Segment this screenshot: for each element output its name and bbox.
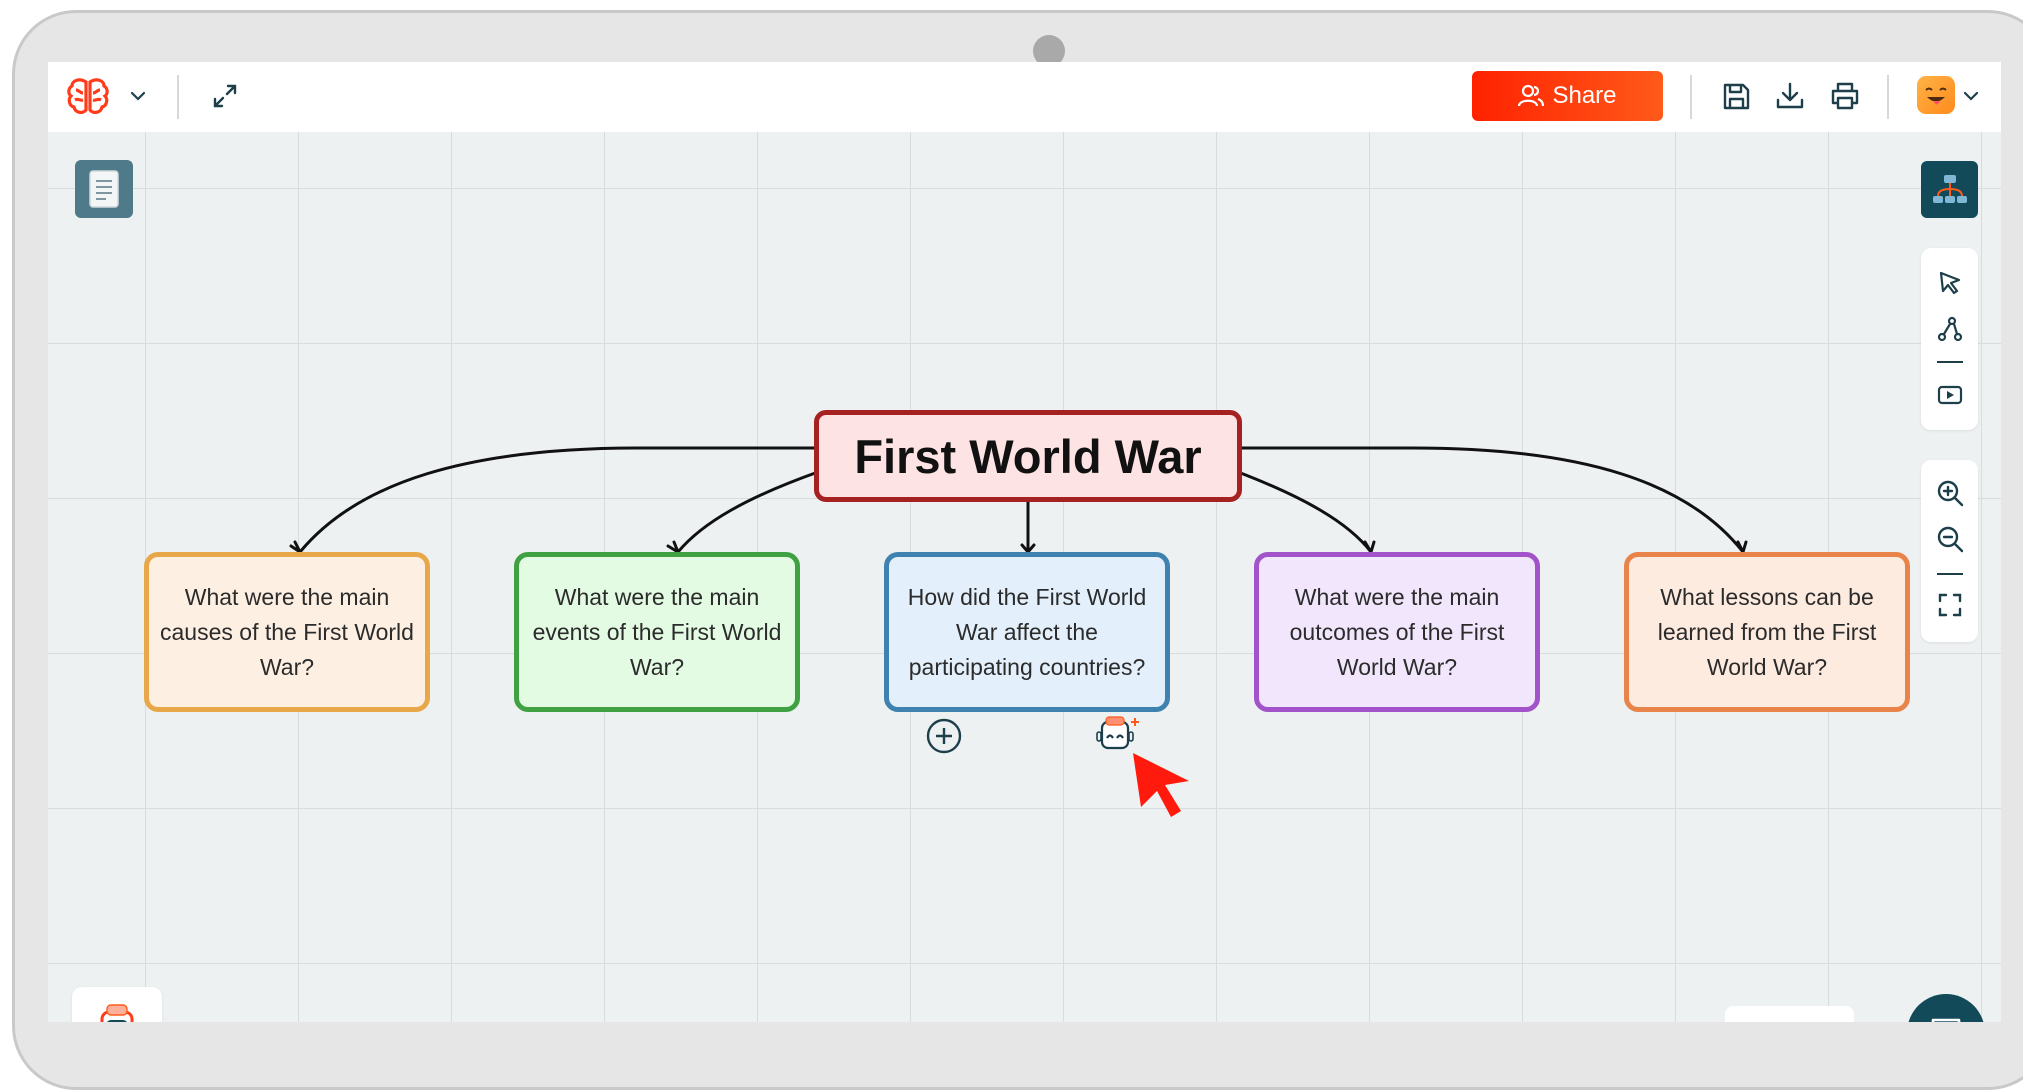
child-node-causes[interactable]: What were the main causes of the First W… (144, 552, 430, 712)
cursor-arrow-icon (1130, 750, 1202, 820)
save-icon[interactable] (1716, 76, 1756, 116)
connector-line (1242, 446, 1745, 553)
connector-line (676, 470, 819, 553)
toolbar-divider (1690, 75, 1692, 119)
add-child-icon[interactable] (924, 716, 964, 756)
child-node-events[interactable]: What were the main events of the First W… (514, 552, 800, 712)
child-node-effects[interactable]: How did the First World War affect the p… (884, 552, 1170, 712)
avatar-icon[interactable] (1917, 76, 1955, 114)
node-label: What lessons can be learned from the Fir… (1657, 583, 1877, 680)
mindmap-canvas[interactable]: First World War What were the main cause… (48, 132, 2001, 1022)
print-icon[interactable] (1825, 76, 1865, 116)
share-button[interactable]: Share (1472, 71, 1663, 121)
child-node-lessons[interactable]: What lessons can be learned from the Fir… (1624, 552, 1910, 712)
node-label: What were the main events of the First W… (532, 583, 782, 680)
chevron-down-icon[interactable] (1959, 84, 1983, 108)
chevron-down-icon[interactable] (126, 84, 150, 108)
node-label: What were the main causes of the First W… (160, 583, 414, 680)
connector-line (1237, 470, 1373, 553)
toolbar-divider (177, 75, 179, 119)
ai-bot-button[interactable] (72, 987, 162, 1022)
child-node-outcomes[interactable]: What were the main outcomes of the First… (1254, 552, 1540, 712)
root-node[interactable]: First World War (814, 410, 1242, 502)
top-toolbar: Share (48, 62, 2001, 132)
redo-icon[interactable] (1797, 1018, 1831, 1022)
history-controls (1725, 1006, 1854, 1022)
node-label: What were the main outcomes of the First… (1289, 583, 1505, 680)
download-icon[interactable] (1770, 76, 1810, 116)
chat-icon (1931, 1018, 1961, 1022)
node-label: How did the First World War affect the p… (907, 583, 1147, 680)
share-label: Share (1552, 82, 1617, 109)
expand-icon[interactable] (207, 78, 243, 114)
app-screen: Share First World War What were the main… (48, 62, 2001, 1022)
connector-line (298, 446, 814, 553)
root-node-label: First World War (854, 429, 1202, 483)
users-icon (1518, 84, 1545, 107)
undo-icon[interactable] (1749, 1018, 1783, 1022)
robot-icon (100, 1004, 134, 1022)
brain-logo-icon[interactable] (64, 74, 112, 118)
toolbar-divider (1887, 75, 1889, 119)
